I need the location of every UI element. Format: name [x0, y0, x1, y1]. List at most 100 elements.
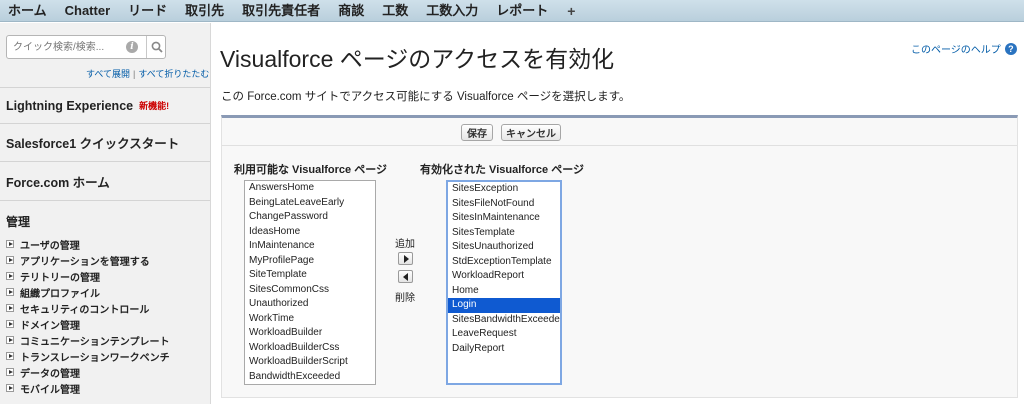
- list-option[interactable]: SitesTemplate: [448, 226, 560, 241]
- search-icon: [151, 41, 163, 53]
- tree-item-security-controls[interactable]: セキュリティのコントロール: [6, 300, 170, 316]
- save-button[interactable]: 保存: [461, 124, 493, 141]
- admin-heading: 管理: [6, 215, 31, 229]
- list-option[interactable]: SitesCommonCss: [245, 283, 375, 298]
- collapse-all-link[interactable]: すべて折りたたむ: [138, 69, 209, 79]
- list-option[interactable]: Unauthorized: [245, 297, 375, 312]
- tab-opportunities[interactable]: 商談: [329, 0, 373, 22]
- page-access-panel: 保存 キャンセル 利用可能な Visualforce ページ 有効化された Vi…: [221, 115, 1018, 398]
- list-option[interactable]: BandwidthExceeded: [245, 370, 375, 385]
- tree-item-domain-management[interactable]: ドメイン管理: [6, 316, 170, 332]
- top-nav-bar: ホーム Chatter リード 取引先 取引先責任者 商談 工数 工数入力 レポ…: [0, 0, 1024, 22]
- tab-accounts[interactable]: 取引先: [176, 0, 233, 22]
- available-pages-label: 利用可能な Visualforce ページ: [234, 164, 387, 176]
- list-option[interactable]: WorkloadBuilderCss: [245, 341, 375, 356]
- list-option[interactable]: SitesFileNotFound: [448, 197, 560, 212]
- new-feature-badge: 新機能!: [139, 101, 170, 111]
- tree-item-label: セキュリティのコントロール: [20, 304, 150, 316]
- expand-triangle-icon[interactable]: [6, 256, 14, 264]
- sidebar: i すべて展開|すべて折りたたむ Lightning Experience 新機…: [0, 23, 211, 404]
- add-arrow-button[interactable]: [398, 252, 413, 265]
- list-option[interactable]: MyProfilePage: [245, 254, 375, 269]
- page-description: この Force.com サイトでアクセス可能にする Visualforce ペ…: [221, 91, 631, 103]
- remove-label: 削除: [395, 293, 415, 304]
- tab-reports[interactable]: レポート: [487, 0, 557, 22]
- list-option[interactable]: StdExceptionTemplate: [448, 255, 560, 270]
- add-label: 追加: [395, 239, 415, 250]
- tree-item-label: モバイル管理: [20, 384, 80, 396]
- expand-collapse-links: すべて展開 | すべて折りたたむ: [86, 67, 209, 80]
- list-option[interactable]: BeingLateLeaveEarly: [245, 196, 375, 211]
- list-option[interactable]: WorkTime: [245, 312, 375, 327]
- enabled-pages-label: 有効化された Visualforce ページ: [420, 164, 584, 176]
- expand-triangle-icon[interactable]: [6, 272, 14, 280]
- cancel-button[interactable]: キャンセル: [501, 124, 561, 141]
- tree-item-org-profile[interactable]: 組織プロファイル: [6, 284, 170, 300]
- tree-item-label: テリトリーの管理: [20, 272, 100, 284]
- quick-search-input[interactable]: [13, 39, 123, 55]
- sidebar-item-label: Salesforce1 クイックスタート: [6, 137, 180, 151]
- tree-item-label: データの管理: [20, 368, 80, 380]
- help-icon[interactable]: ?: [1004, 42, 1017, 55]
- help-link-label: このページのヘルプ: [911, 45, 1001, 56]
- expand-triangle-icon[interactable]: [6, 320, 14, 328]
- list-option[interactable]: SitesUnauthorized: [448, 240, 560, 255]
- available-pages-listbox[interactable]: AnswersHome BeingLateLeaveEarly ChangePass…: [244, 180, 376, 385]
- list-option[interactable]: Home: [448, 284, 560, 299]
- list-option[interactable]: LeaveRequest: [448, 327, 560, 342]
- list-option[interactable]: DailyReport: [448, 342, 560, 357]
- sidebar-item-forcecom-home[interactable]: Force.com ホーム: [0, 161, 210, 201]
- search-button[interactable]: [146, 36, 166, 58]
- expand-triangle-icon[interactable]: [6, 336, 14, 344]
- button-bar: 保存 キャンセル: [222, 118, 1017, 146]
- tree-item-communication-templates[interactable]: コミュニケーションテンプレート: [6, 332, 170, 348]
- tree-item-territory-management[interactable]: テリトリーの管理: [6, 268, 170, 284]
- list-option[interactable]: SitesException: [448, 182, 560, 197]
- tree-item-label: トランスレーションワークベンチ: [20, 352, 170, 364]
- tree-item-label: アプリケーションを管理する: [20, 256, 150, 268]
- add-tab-icon[interactable]: +: [557, 3, 585, 19]
- tree-item-mobile-administration[interactable]: モバイル管理: [6, 380, 170, 396]
- list-option[interactable]: SitesBandwidthExceeded: [448, 313, 560, 328]
- expand-triangle-icon[interactable]: [6, 384, 14, 392]
- sidebar-item-salesforce1-quickstart[interactable]: Salesforce1 クイックスタート: [0, 123, 210, 161]
- expand-triangle-icon[interactable]: [6, 288, 14, 296]
- tree-item-label: ユーザの管理: [20, 240, 80, 252]
- tree-item-manage-apps[interactable]: アプリケーションを管理する: [6, 252, 170, 268]
- tab-leads[interactable]: リード: [119, 0, 176, 22]
- list-option[interactable]: InMaintenance: [245, 239, 375, 254]
- list-option[interactable]: Login: [448, 298, 560, 313]
- expand-triangle-icon[interactable]: [6, 304, 14, 312]
- list-option[interactable]: AnswersHome: [245, 181, 375, 196]
- sidebar-item-label: Force.com ホーム: [6, 175, 110, 190]
- tree-item-data-management[interactable]: データの管理: [6, 364, 170, 380]
- expand-triangle-icon[interactable]: [6, 352, 14, 360]
- tab-man-hour-entry[interactable]: 工数入力: [417, 0, 487, 22]
- sidebar-item-label: Lightning Experience: [6, 98, 134, 113]
- tab-home[interactable]: ホーム: [0, 0, 56, 22]
- remove-arrow-button[interactable]: [398, 270, 413, 283]
- list-option[interactable]: WorkloadBuilderScript: [245, 355, 375, 370]
- list-option[interactable]: WorkloadReport: [448, 269, 560, 284]
- tree-item-user-management[interactable]: ユーザの管理: [6, 236, 170, 252]
- info-icon[interactable]: i: [126, 41, 138, 53]
- list-option[interactable]: SitesInMaintenance: [448, 211, 560, 226]
- tree-item-translation-workbench[interactable]: トランスレーションワークベンチ: [6, 348, 170, 364]
- main-content: Visualforce ページのアクセスを有効化 このページのヘルプ ? この …: [212, 23, 1024, 404]
- tab-contacts[interactable]: 取引先責任者: [233, 0, 329, 22]
- tree-item-label: コミュニケーションテンプレート: [20, 336, 170, 348]
- list-option[interactable]: WorkloadBuilder: [245, 326, 375, 341]
- tree-item-label: 組織プロファイル: [20, 288, 100, 300]
- expand-all-link[interactable]: すべて展開: [86, 69, 130, 79]
- list-option[interactable]: ChangePassword: [245, 210, 375, 225]
- help-link[interactable]: このページのヘルプ ?: [911, 41, 1017, 56]
- list-option[interactable]: IdeasHome: [245, 225, 375, 240]
- tab-man-hours[interactable]: 工数: [373, 0, 417, 22]
- expand-triangle-icon[interactable]: [6, 368, 14, 376]
- enabled-pages-listbox[interactable]: SitesException SitesFileNotFound SitesInMa…: [446, 180, 562, 385]
- expand-triangle-icon[interactable]: [6, 240, 14, 248]
- tab-chatter[interactable]: Chatter: [56, 0, 120, 22]
- sidebar-item-lightning-experience[interactable]: Lightning Experience 新機能!: [0, 87, 210, 123]
- admin-tree: ユーザの管理 アプリケーションを管理する テリトリーの管理 組織プロファイル セ…: [6, 236, 170, 396]
- list-option[interactable]: SiteTemplate: [245, 268, 375, 283]
